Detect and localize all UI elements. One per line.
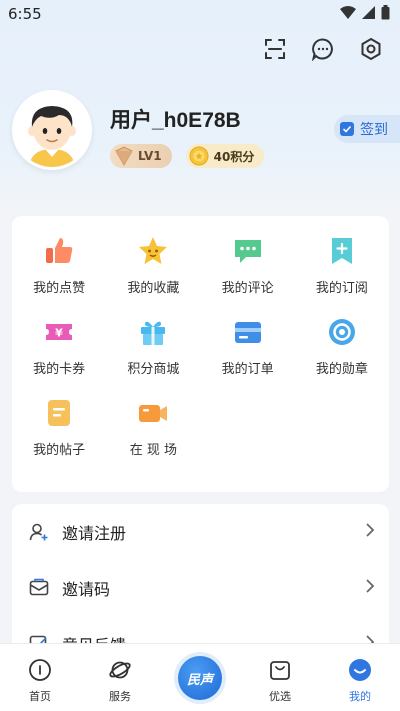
post-icon — [42, 396, 76, 429]
points-text: 40积分 — [213, 149, 255, 164]
wifi-icon — [340, 5, 356, 23]
invite-code-icon — [28, 577, 50, 599]
center-button-label: 民声 — [186, 672, 213, 688]
star-icon — [136, 234, 170, 267]
shopping-bag-icon — [268, 658, 292, 682]
checkin-button[interactable]: 签到 — [334, 115, 400, 143]
username: 用户_h0E78B — [110, 109, 241, 132]
checkin-check-icon — [340, 122, 354, 136]
status-bar: 6:55 — [0, 0, 400, 28]
feature-grid: 我的点赞 我的收藏 我的评论 我的订阅 ¥ 我的卡券 积分商城 我的订单 我的勋… — [12, 234, 389, 458]
coupon-icon: ¥ — [42, 315, 76, 348]
grid-item-label: 积分商城 — [127, 362, 180, 377]
grid-item-label: 我的帖子 — [33, 443, 86, 458]
points-badge[interactable]: 40积分 — [185, 144, 265, 169]
message-button[interactable] — [310, 36, 336, 62]
tab-center: 民声 — [160, 644, 240, 700]
medal-icon — [325, 315, 359, 348]
grid-item-favorites[interactable]: 我的收藏 — [106, 234, 200, 296]
comment-icon — [231, 234, 265, 267]
list-item-invite-code[interactable]: 邀请码 — [12, 560, 389, 616]
tab-label: 服务 — [109, 690, 131, 703]
grid-item-label: 我的卡券 — [33, 362, 86, 377]
bottom-tab-bar: 首页 服务 民声 优选 我的 — [0, 643, 400, 711]
grid-item-label: 我的评论 — [221, 281, 274, 296]
tab-label: 首页 — [29, 690, 51, 703]
tab-services[interactable]: 服务 — [80, 644, 160, 704]
home-icon — [28, 658, 52, 682]
chevron-right-icon — [365, 522, 375, 542]
minsheng-center-button[interactable]: 民声 — [178, 656, 222, 700]
avatar-boy-icon — [15, 93, 89, 167]
signal-icon — [362, 5, 375, 23]
status-icons — [340, 4, 390, 24]
tab-selected[interactable]: 优选 — [240, 644, 320, 704]
grid-item-label: 我的点赞 — [33, 281, 86, 296]
checkin-label: 签到 — [360, 122, 388, 138]
grid-item-points-mall[interactable]: 积分商城 — [106, 315, 200, 377]
settings-icon — [361, 37, 381, 61]
profile-badges: LV1 40积分 — [110, 144, 265, 169]
thumbs-up-icon — [42, 234, 76, 267]
coin-icon — [189, 146, 209, 169]
grid-item-medals[interactable]: 我的勋章 — [295, 315, 389, 377]
grid-item-label: 我的订阅 — [315, 281, 368, 296]
chevron-right-icon — [365, 578, 375, 598]
grid-item-label: 我的订单 — [221, 362, 274, 377]
planet-icon — [108, 658, 132, 682]
grid-item-label: 我的勋章 — [315, 362, 368, 377]
grid-item-coupons[interactable]: ¥ 我的卡券 — [12, 315, 106, 377]
grid-item-label: 在 现 场 — [129, 443, 177, 458]
subscribe-icon — [325, 234, 359, 267]
svg-text:¥: ¥ — [55, 326, 63, 339]
top-actions — [262, 36, 384, 62]
grid-item-label: 我的收藏 — [127, 281, 180, 296]
settings-list: 邀请注册 邀请码 意见反馈 — [12, 504, 389, 654]
scan-icon — [265, 39, 285, 59]
grid-item-orders[interactable]: 我的订单 — [201, 315, 295, 377]
settings-button[interactable] — [358, 36, 384, 62]
tab-label: 我的 — [349, 690, 371, 703]
grid-item-subscriptions[interactable]: 我的订阅 — [295, 234, 389, 296]
level-text: LV1 — [138, 149, 162, 163]
level-gem-icon — [112, 144, 136, 171]
list-item-label: 邀请注册 — [62, 524, 127, 543]
grid-item-on-site[interactable]: 在 现 场 — [106, 396, 200, 458]
status-time: 6:55 — [8, 5, 42, 23]
tab-home[interactable]: 首页 — [0, 644, 80, 704]
message-icon — [311, 38, 333, 61]
tab-mine[interactable]: 我的 — [320, 644, 400, 704]
grid-item-posts[interactable]: 我的帖子 — [12, 396, 106, 458]
avatar[interactable] — [12, 90, 92, 170]
list-item-label: 邀请码 — [62, 580, 111, 599]
gift-icon — [136, 315, 170, 348]
order-icon — [231, 315, 265, 348]
grid-item-comments[interactable]: 我的评论 — [201, 234, 295, 296]
battery-icon — [381, 4, 390, 24]
scan-button[interactable] — [262, 36, 288, 62]
invite-user-icon — [28, 521, 50, 543]
mine-smile-icon — [348, 658, 372, 682]
level-badge[interactable]: LV1 — [110, 144, 172, 168]
profile-section: 用户_h0E78B LV1 40积分 签到 — [12, 90, 400, 190]
tab-label: 优选 — [269, 690, 291, 703]
live-camera-icon — [136, 396, 170, 429]
feature-grid-card: 我的点赞 我的收藏 我的评论 我的订阅 ¥ 我的卡券 积分商城 我的订单 我的勋… — [12, 216, 389, 492]
grid-item-likes[interactable]: 我的点赞 — [12, 234, 106, 296]
list-item-invite-register[interactable]: 邀请注册 — [12, 504, 389, 560]
